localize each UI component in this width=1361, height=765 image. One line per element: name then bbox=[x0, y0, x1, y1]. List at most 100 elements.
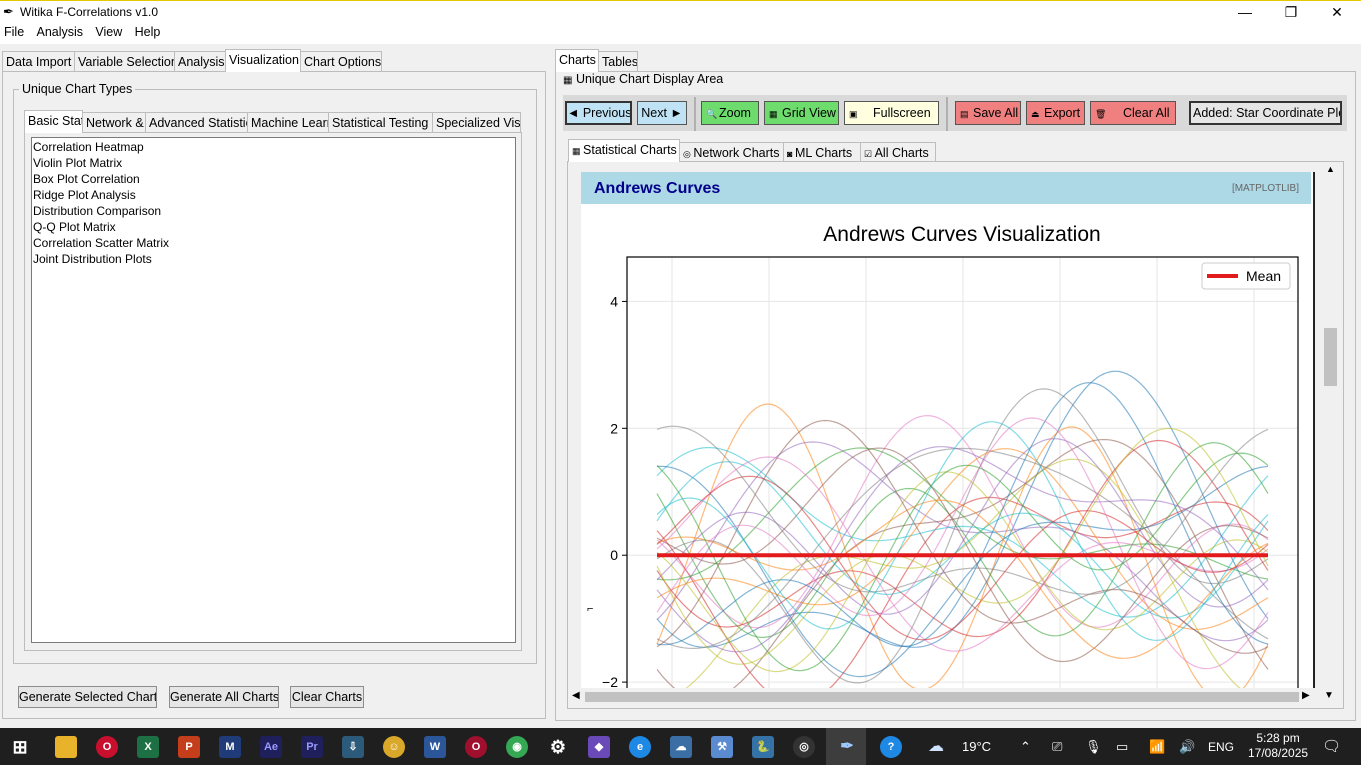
export-button[interactable]: ⏏ Export bbox=[1026, 101, 1085, 125]
subtab-basic-statistics[interactable]: Basic Stati bbox=[24, 110, 83, 133]
after-effects-icon[interactable]: Ae bbox=[260, 736, 282, 758]
list-item[interactable]: Distribution Comparison bbox=[32, 203, 515, 219]
generate-all-button[interactable]: Generate All Charts bbox=[169, 686, 279, 708]
app-icon[interactable]: ◆ bbox=[588, 736, 610, 758]
h-scroll-thumb[interactable] bbox=[585, 692, 1299, 702]
menu-view[interactable]: View bbox=[91, 22, 127, 39]
scroll-left-icon[interactable]: ◀ bbox=[572, 690, 580, 701]
menu-help[interactable]: Help bbox=[131, 22, 166, 39]
next-button[interactable]: Next ► bbox=[637, 101, 687, 125]
grid-view-label: Grid View bbox=[782, 106, 836, 120]
status-label: Added: Star Coordinate Plot bbox=[1189, 101, 1342, 125]
minimize-button[interactable]: — bbox=[1222, 1, 1268, 23]
battery-icon[interactable]: ▭ bbox=[1116, 739, 1128, 755]
chart-icon: ▦ bbox=[563, 75, 573, 86]
menu-analysis[interactable]: Analysis bbox=[33, 22, 89, 39]
subtab-statistical-testing[interactable]: Statistical Testing bbox=[328, 112, 433, 132]
notification-icon[interactable]: 🗨 bbox=[1322, 737, 1341, 755]
tab-analysis[interactable]: Analysis bbox=[174, 51, 226, 71]
chevron-up-icon[interactable]: ⌃ bbox=[1020, 739, 1031, 755]
smiley-app-icon[interactable]: ☺ bbox=[383, 736, 405, 758]
grid-view-button[interactable]: ▦ Grid View bbox=[764, 101, 839, 125]
vertical-scrollbar[interactable]: ▲ bbox=[1322, 163, 1339, 689]
generate-selected-button[interactable]: Generate Selected Charts bbox=[18, 686, 157, 708]
help-icon[interactable]: ? bbox=[880, 736, 902, 758]
app-m-icon[interactable]: M bbox=[219, 736, 241, 758]
tab-ml-charts[interactable]: ◙ ML Charts bbox=[783, 142, 861, 162]
tools-app-icon[interactable]: ⚒ bbox=[711, 736, 733, 758]
subtab-machine-learning[interactable]: Machine Learn bbox=[247, 112, 329, 132]
menu-bar: File Analysis View Help bbox=[0, 22, 1361, 44]
list-item[interactable]: Correlation Heatmap bbox=[32, 139, 515, 155]
downloader-icon[interactable]: ⇩ bbox=[342, 736, 364, 758]
microphone-icon[interactable]: 🎙 bbox=[1085, 739, 1102, 755]
toolbar-separator bbox=[694, 97, 696, 131]
volume-icon[interactable]: 🔊 bbox=[1179, 739, 1195, 755]
feather-app-icon[interactable]: ✒ bbox=[836, 736, 858, 758]
previous-button[interactable]: ◄ Previous bbox=[565, 101, 632, 125]
network-icon: ◎ bbox=[683, 149, 694, 159]
tab-statistical-charts[interactable]: ▦ Statistical Charts bbox=[568, 139, 680, 162]
window-title: Witika F-Correlations v1.0 bbox=[20, 5, 159, 19]
zoom-button[interactable]: 🔍 Zoom bbox=[701, 101, 759, 125]
list-item[interactable]: Box Plot Correlation bbox=[32, 171, 515, 187]
opera-icon[interactable]: O bbox=[96, 736, 118, 758]
tab-all-charts[interactable]: ☑ All Charts bbox=[860, 142, 936, 162]
powerpoint-icon[interactable]: P bbox=[178, 736, 200, 758]
scroll-down-icon[interactable]: ▼ bbox=[1324, 690, 1334, 701]
list-item[interactable]: Violin Plot Matrix bbox=[32, 155, 515, 171]
close-button[interactable]: ✕ bbox=[1314, 1, 1360, 23]
tab-network-charts[interactable]: ◎ Network Charts bbox=[679, 142, 784, 162]
cloud-app-icon[interactable]: ☁ bbox=[670, 736, 692, 758]
scroll-right-icon[interactable]: ▶ bbox=[1302, 690, 1310, 701]
scroll-thumb[interactable] bbox=[1324, 328, 1337, 386]
clear-all-button[interactable]: 🗑 Clear All bbox=[1090, 101, 1176, 125]
app-feather-icon: ✒ bbox=[3, 4, 14, 19]
list-item[interactable]: Q-Q Plot Matrix bbox=[32, 219, 515, 235]
scroll-up-icon[interactable]: ▲ bbox=[1326, 164, 1335, 174]
maximize-button[interactable]: ❐ bbox=[1268, 1, 1314, 23]
tab-tables[interactable]: Tables bbox=[598, 51, 638, 71]
word-icon[interactable]: W bbox=[424, 736, 446, 758]
tab-variable-selection[interactable]: Variable Selection bbox=[74, 51, 175, 71]
meet-now-icon[interactable]: ⎚ bbox=[1052, 739, 1062, 755]
subtab-advanced-statistics[interactable]: Advanced Statistic bbox=[145, 112, 248, 132]
windows-start-icon[interactable]: ⊞ bbox=[9, 736, 31, 758]
magnifier-icon: 🔍 bbox=[706, 109, 718, 119]
list-item[interactable]: Ridge Plot Analysis bbox=[32, 187, 515, 203]
subtab-specialized-visualization[interactable]: Specialized Visu bbox=[432, 112, 521, 132]
opera-gx-icon[interactable]: O bbox=[465, 736, 487, 758]
premiere-icon[interactable]: Pr bbox=[301, 736, 323, 758]
weather-icon[interactable]: ☁ bbox=[928, 736, 944, 756]
chart-icon: ▦ bbox=[572, 146, 584, 156]
legend-entry-mean: Mean bbox=[1246, 268, 1281, 284]
library-badge: [MATPLOTLIB] bbox=[1231, 183, 1299, 194]
edge-icon[interactable]: e bbox=[629, 736, 651, 758]
file-explorer-icon[interactable] bbox=[55, 736, 77, 758]
obs-icon[interactable]: ◎ bbox=[793, 736, 815, 758]
list-item[interactable]: Joint Distribution Plots bbox=[32, 251, 515, 267]
tab-chart-options[interactable]: Chart Options bbox=[300, 51, 382, 71]
chart-canvas[interactable]: Andrews Curves [MATPLOTLIB] Andrews Curv… bbox=[572, 163, 1320, 688]
title-bar: ✒ Witika F-Correlations v1.0 — ❐ ✕ bbox=[0, 0, 1361, 23]
clear-charts-button[interactable]: Clear Charts bbox=[290, 686, 364, 708]
tab-charts[interactable]: Charts bbox=[555, 49, 599, 72]
display-area-title: Unique Chart Display Area bbox=[575, 72, 724, 86]
menu-file[interactable]: File bbox=[0, 22, 29, 39]
tab-visualization[interactable]: Visualization bbox=[225, 49, 301, 72]
chart-type-listbox[interactable]: Correlation Heatmap Violin Plot Matrix B… bbox=[31, 137, 516, 643]
list-item[interactable]: Correlation Scatter Matrix bbox=[32, 235, 515, 251]
fullscreen-button[interactable]: ▣ Fullscreen bbox=[844, 101, 939, 125]
wifi-icon[interactable]: 📶 bbox=[1149, 739, 1165, 755]
display-area-label: ▦ Unique Chart Display Area bbox=[563, 72, 723, 86]
python-icon[interactable]: 🐍 bbox=[752, 736, 774, 758]
chrome-icon[interactable]: ◉ bbox=[506, 736, 528, 758]
subtab-network[interactable]: Network & bbox=[82, 112, 146, 132]
horizontal-scrollbar[interactable]: ◀ ▶ ▼ bbox=[572, 689, 1339, 705]
tab-data-import[interactable]: Data Import bbox=[2, 51, 75, 71]
settings-gear-icon[interactable]: ⚙ bbox=[547, 736, 569, 758]
clock[interactable]: 5:28 pm 17/08/2025 bbox=[1248, 731, 1308, 761]
language-indicator[interactable]: ENG bbox=[1208, 740, 1234, 754]
save-all-button[interactable]: ▤ Save All bbox=[955, 101, 1021, 125]
excel-icon[interactable]: X bbox=[137, 736, 159, 758]
